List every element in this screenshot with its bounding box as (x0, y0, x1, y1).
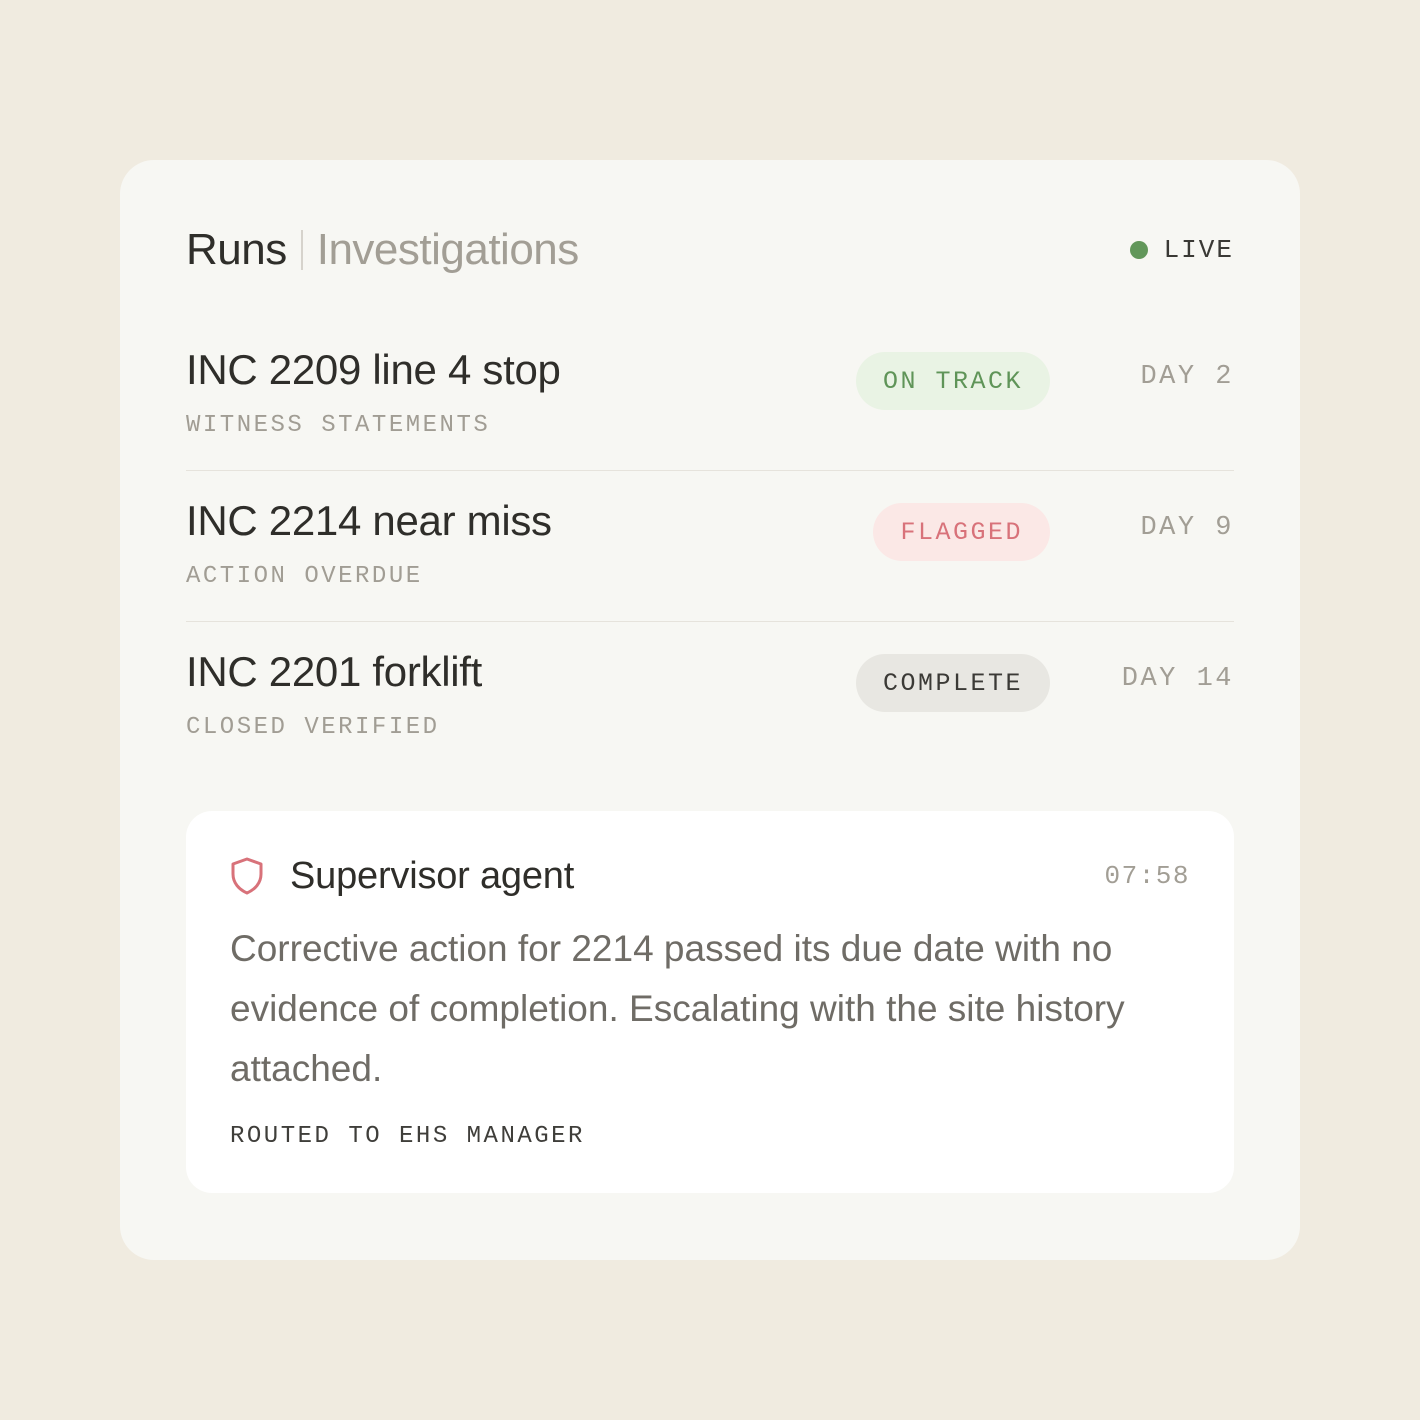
run-name: INC 2201 forklift (186, 648, 483, 695)
status-badge: ON TRACK (855, 352, 1050, 410)
run-name: INC 2214 near miss (186, 497, 552, 544)
list-item[interactable]: INC 2209 line 4 stop WITNESS STATEMENTS … (186, 320, 1234, 471)
agent-header: Supervisor agent 07:58 (230, 851, 1190, 901)
run-day: DAY 2 (1140, 362, 1234, 392)
live-dot-icon (1129, 241, 1148, 259)
agent-message-text: Corrective action for 2214 passed its du… (230, 928, 1125, 1089)
run-stage: CLOSED VERIFIED (186, 714, 440, 741)
list-item[interactable]: INC 2214 near miss ACTION OVERDUE FLAGGE… (186, 471, 1234, 622)
shield-icon (231, 857, 263, 895)
run-day: DAY 9 (1140, 513, 1234, 543)
run-name: INC 2209 line 4 stop (186, 346, 561, 393)
run-day: DAY 14 (1121, 664, 1234, 694)
status-badge: FLAGGED (873, 503, 1050, 561)
run-stage: WITNESS STATEMENTS (186, 412, 491, 439)
breadcrumb: Runs Investigations (186, 225, 579, 275)
routing-label: ROUTED TO EHS MANAGER (230, 1123, 585, 1150)
live-label: LIVE (1163, 235, 1234, 265)
message-timestamp: 07:58 (1104, 861, 1190, 891)
tab-runs[interactable]: Runs (186, 225, 287, 275)
breadcrumb-divider (300, 230, 303, 270)
run-stage: ACTION OVERDUE (186, 563, 423, 590)
agent-message-card[interactable]: Supervisor agent 07:58 Corrective action… (186, 811, 1234, 1193)
tab-investigations[interactable]: Investigations (317, 225, 580, 275)
agent-name: Supervisor agent (290, 854, 575, 897)
runs-card: Runs Investigations LIVE INC 2209 line 4… (120, 160, 1300, 1260)
status-badge: COMPLETE (855, 654, 1050, 712)
live-indicator: LIVE (1129, 235, 1234, 265)
runs-list: INC 2209 line 4 stop WITNESS STATEMENTS … (186, 320, 1234, 772)
card-header: Runs Investigations LIVE (186, 222, 1234, 278)
list-item[interactable]: INC 2201 forklift CLOSED VERIFIED COMPLE… (186, 622, 1234, 772)
